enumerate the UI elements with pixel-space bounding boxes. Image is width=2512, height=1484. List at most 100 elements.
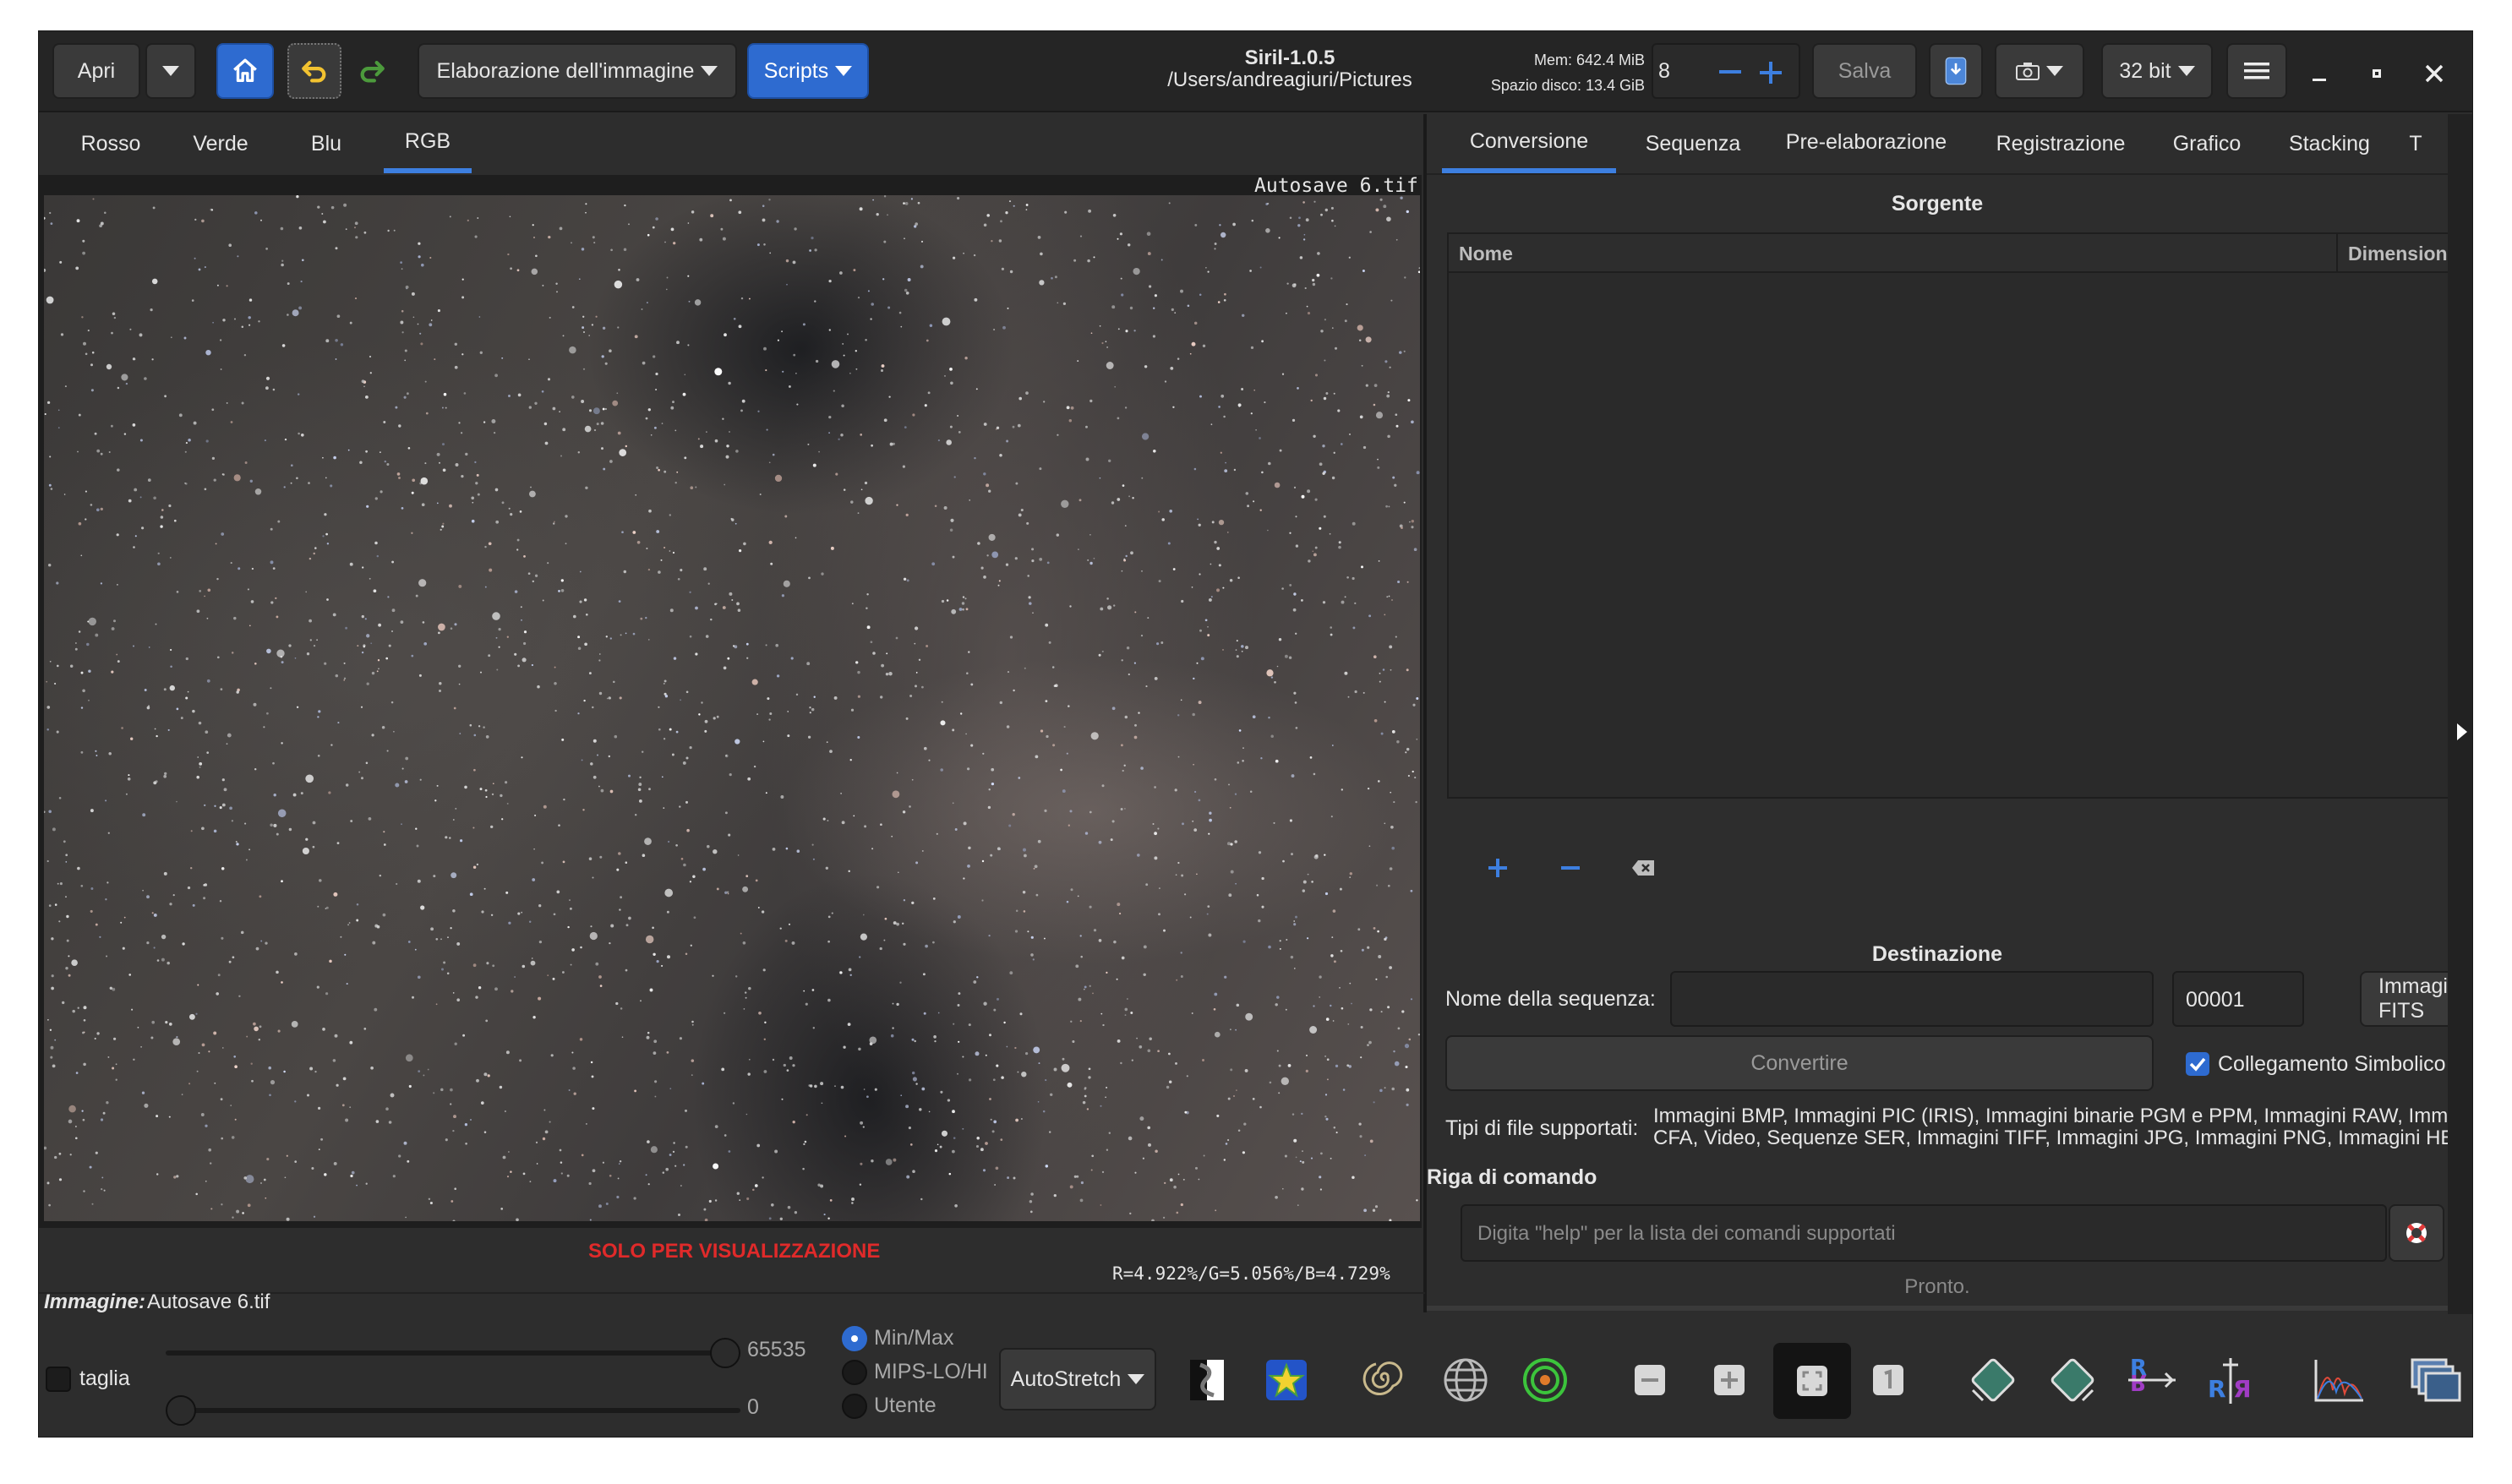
astro-image[interactable]: [44, 195, 1420, 1221]
header-bar: Apri Elaborazione dell'immagine Scripts …: [39, 31, 2472, 112]
horizontal-scrollbar[interactable]: [1427, 1306, 2448, 1311]
plus-icon: [1488, 859, 1507, 877]
threads-value: 8: [1658, 59, 1670, 83]
symlink-label: Collegamento Simbolico: [2218, 1052, 2446, 1076]
zoom-out-icon: [1635, 1365, 1665, 1395]
low-slider[interactable]: [166, 1395, 740, 1426]
minus-icon[interactable]: [1719, 70, 1741, 74]
hamburger-icon: [2244, 63, 2269, 79]
stretch-selector[interactable]: AutoStretch: [999, 1348, 1156, 1410]
image-processing-menu[interactable]: Elaborazione dell'immagine: [418, 43, 737, 99]
main-menu-button[interactable]: [2226, 43, 2287, 99]
image-name: Autosave 6.tif: [147, 1290, 270, 1313]
maximize-button[interactable]: [2351, 48, 2402, 99]
mirror-x-button[interactable]: RR: [2122, 1350, 2182, 1410]
zoom-fit-icon: [1797, 1366, 1827, 1396]
svg-text:Я: Я: [2233, 1375, 2252, 1403]
mirror-x-icon: RR: [2128, 1356, 2176, 1394]
add-files-button[interactable]: [1481, 851, 1515, 885]
negative-view-button[interactable]: [1177, 1350, 1237, 1410]
rotate-right-button[interactable]: [2042, 1350, 2103, 1410]
tab-sequence[interactable]: Sequenza: [1630, 114, 1756, 173]
save-button[interactable]: Salva: [1812, 43, 1917, 99]
camera-icon: [2016, 63, 2040, 80]
tab-rgb[interactable]: RGB: [384, 114, 472, 173]
supported-types-line2: CFA, Video, Sequenze SER, Immagini TIFF,…: [1653, 1127, 2448, 1149]
chevron-down-icon: [2046, 66, 2063, 76]
galaxy-button[interactable]: [1354, 1350, 1415, 1410]
mirror-y-button[interactable]: RЯ: [2201, 1350, 2262, 1410]
mode-user-label: Utente: [874, 1394, 937, 1417]
image-stack-button[interactable]: [2406, 1350, 2466, 1410]
image-label: Immagine:: [44, 1290, 146, 1313]
photometry-button[interactable]: [1515, 1350, 1575, 1410]
histogram-button[interactable]: [2309, 1350, 2370, 1410]
plus-icon[interactable]: [1760, 62, 1782, 84]
column-name[interactable]: Nome: [1459, 243, 1513, 265]
clear-list-button[interactable]: [1626, 851, 1660, 885]
zoom-fit-button[interactable]: [1773, 1343, 1851, 1419]
image-viewport[interactable]: Autosave 6.tif: [39, 175, 1422, 1228]
zoom-out-button[interactable]: [1619, 1350, 1680, 1410]
globe-icon: [1444, 1358, 1488, 1402]
tab-green[interactable]: Verde: [174, 114, 267, 173]
crop-checkbox[interactable]: [46, 1367, 71, 1392]
recent-files-dropdown[interactable]: [145, 43, 196, 99]
histogram-icon: [2314, 1360, 2363, 1402]
output-type-dropdown[interactable]: Immagini FITS: [2360, 971, 2448, 1027]
remove-files-button[interactable]: [1554, 851, 1587, 885]
chevron-down-icon: [701, 66, 718, 76]
threads-spinner[interactable]: 8: [1652, 43, 1800, 99]
high-slider-handle[interactable]: [710, 1338, 740, 1368]
panel-collapse-strip[interactable]: [2448, 114, 2472, 1314]
sequence-name-input[interactable]: [1670, 971, 2154, 1027]
mirror-y-icon: RЯ: [2208, 1358, 2252, 1404]
help-button[interactable]: [2389, 1204, 2444, 1262]
scripts-menu[interactable]: Scripts: [747, 43, 869, 99]
redo-button[interactable]: [345, 43, 399, 99]
svg-text:R: R: [2130, 1369, 2147, 1394]
export-button[interactable]: [1929, 43, 1983, 99]
supported-types-label: Tipi di file supportati:: [1445, 1116, 1639, 1140]
open-button[interactable]: Apri: [52, 43, 140, 99]
column-dimensions[interactable]: Dimensioni: [2348, 243, 2448, 265]
tab-preprocessing[interactable]: Pre-elaborazione: [1770, 114, 1963, 170]
rotate-left-icon: [1971, 1358, 2015, 1402]
tab-conversion[interactable]: Conversione: [1442, 114, 1616, 173]
mode-minmax-radio[interactable]: [842, 1326, 867, 1351]
sequence-index-input[interactable]: 00001: [2172, 971, 2304, 1027]
false-color-button[interactable]: [1256, 1350, 1317, 1410]
tab-blue[interactable]: Blu: [284, 114, 369, 173]
bitdepth-selector[interactable]: 32 bit: [2101, 43, 2213, 99]
zoom-original-icon: [1873, 1365, 1903, 1395]
status-text: Pronto.: [1904, 1275, 1970, 1298]
tab-truncated[interactable]: T: [2399, 114, 2433, 173]
mode-user-radio[interactable]: [842, 1394, 867, 1419]
zoom-in-button[interactable]: [1699, 1350, 1760, 1410]
chevron-down-icon: [2177, 66, 2195, 76]
rotate-left-button[interactable]: [1963, 1350, 2023, 1410]
minimize-button[interactable]: [2294, 48, 2345, 99]
tab-plot[interactable]: Grafico: [2157, 114, 2257, 173]
undo-button[interactable]: [287, 43, 341, 99]
command-input[interactable]: Digita "help" per la lista dei comandi s…: [1461, 1204, 2387, 1262]
minimize-icon: [2313, 78, 2326, 81]
zoom-100-button[interactable]: [1858, 1350, 1919, 1410]
close-button[interactable]: [2409, 48, 2460, 99]
lifebuoy-icon: [2406, 1223, 2427, 1243]
target-icon: [1523, 1358, 1567, 1402]
convert-button[interactable]: Convertire: [1445, 1035, 2154, 1091]
tab-stacking[interactable]: Stacking: [2272, 114, 2387, 173]
tab-red[interactable]: Rosso: [64, 114, 157, 173]
symlink-checkbox[interactable]: [2186, 1052, 2209, 1076]
mode-mips-radio[interactable]: [842, 1360, 867, 1385]
chevron-down-icon: [835, 66, 853, 76]
source-file-list[interactable]: Nome Dimensioni: [1447, 232, 2448, 799]
snapshot-menu[interactable]: [1995, 43, 2084, 99]
low-slider-handle[interactable]: [166, 1395, 196, 1426]
high-slider[interactable]: [166, 1338, 740, 1368]
home-button[interactable]: [216, 43, 274, 99]
bitdepth-label: 32 bit: [2119, 58, 2171, 83]
tab-registration[interactable]: Registrazione: [1978, 114, 2143, 173]
astrometry-button[interactable]: [1435, 1350, 1496, 1410]
